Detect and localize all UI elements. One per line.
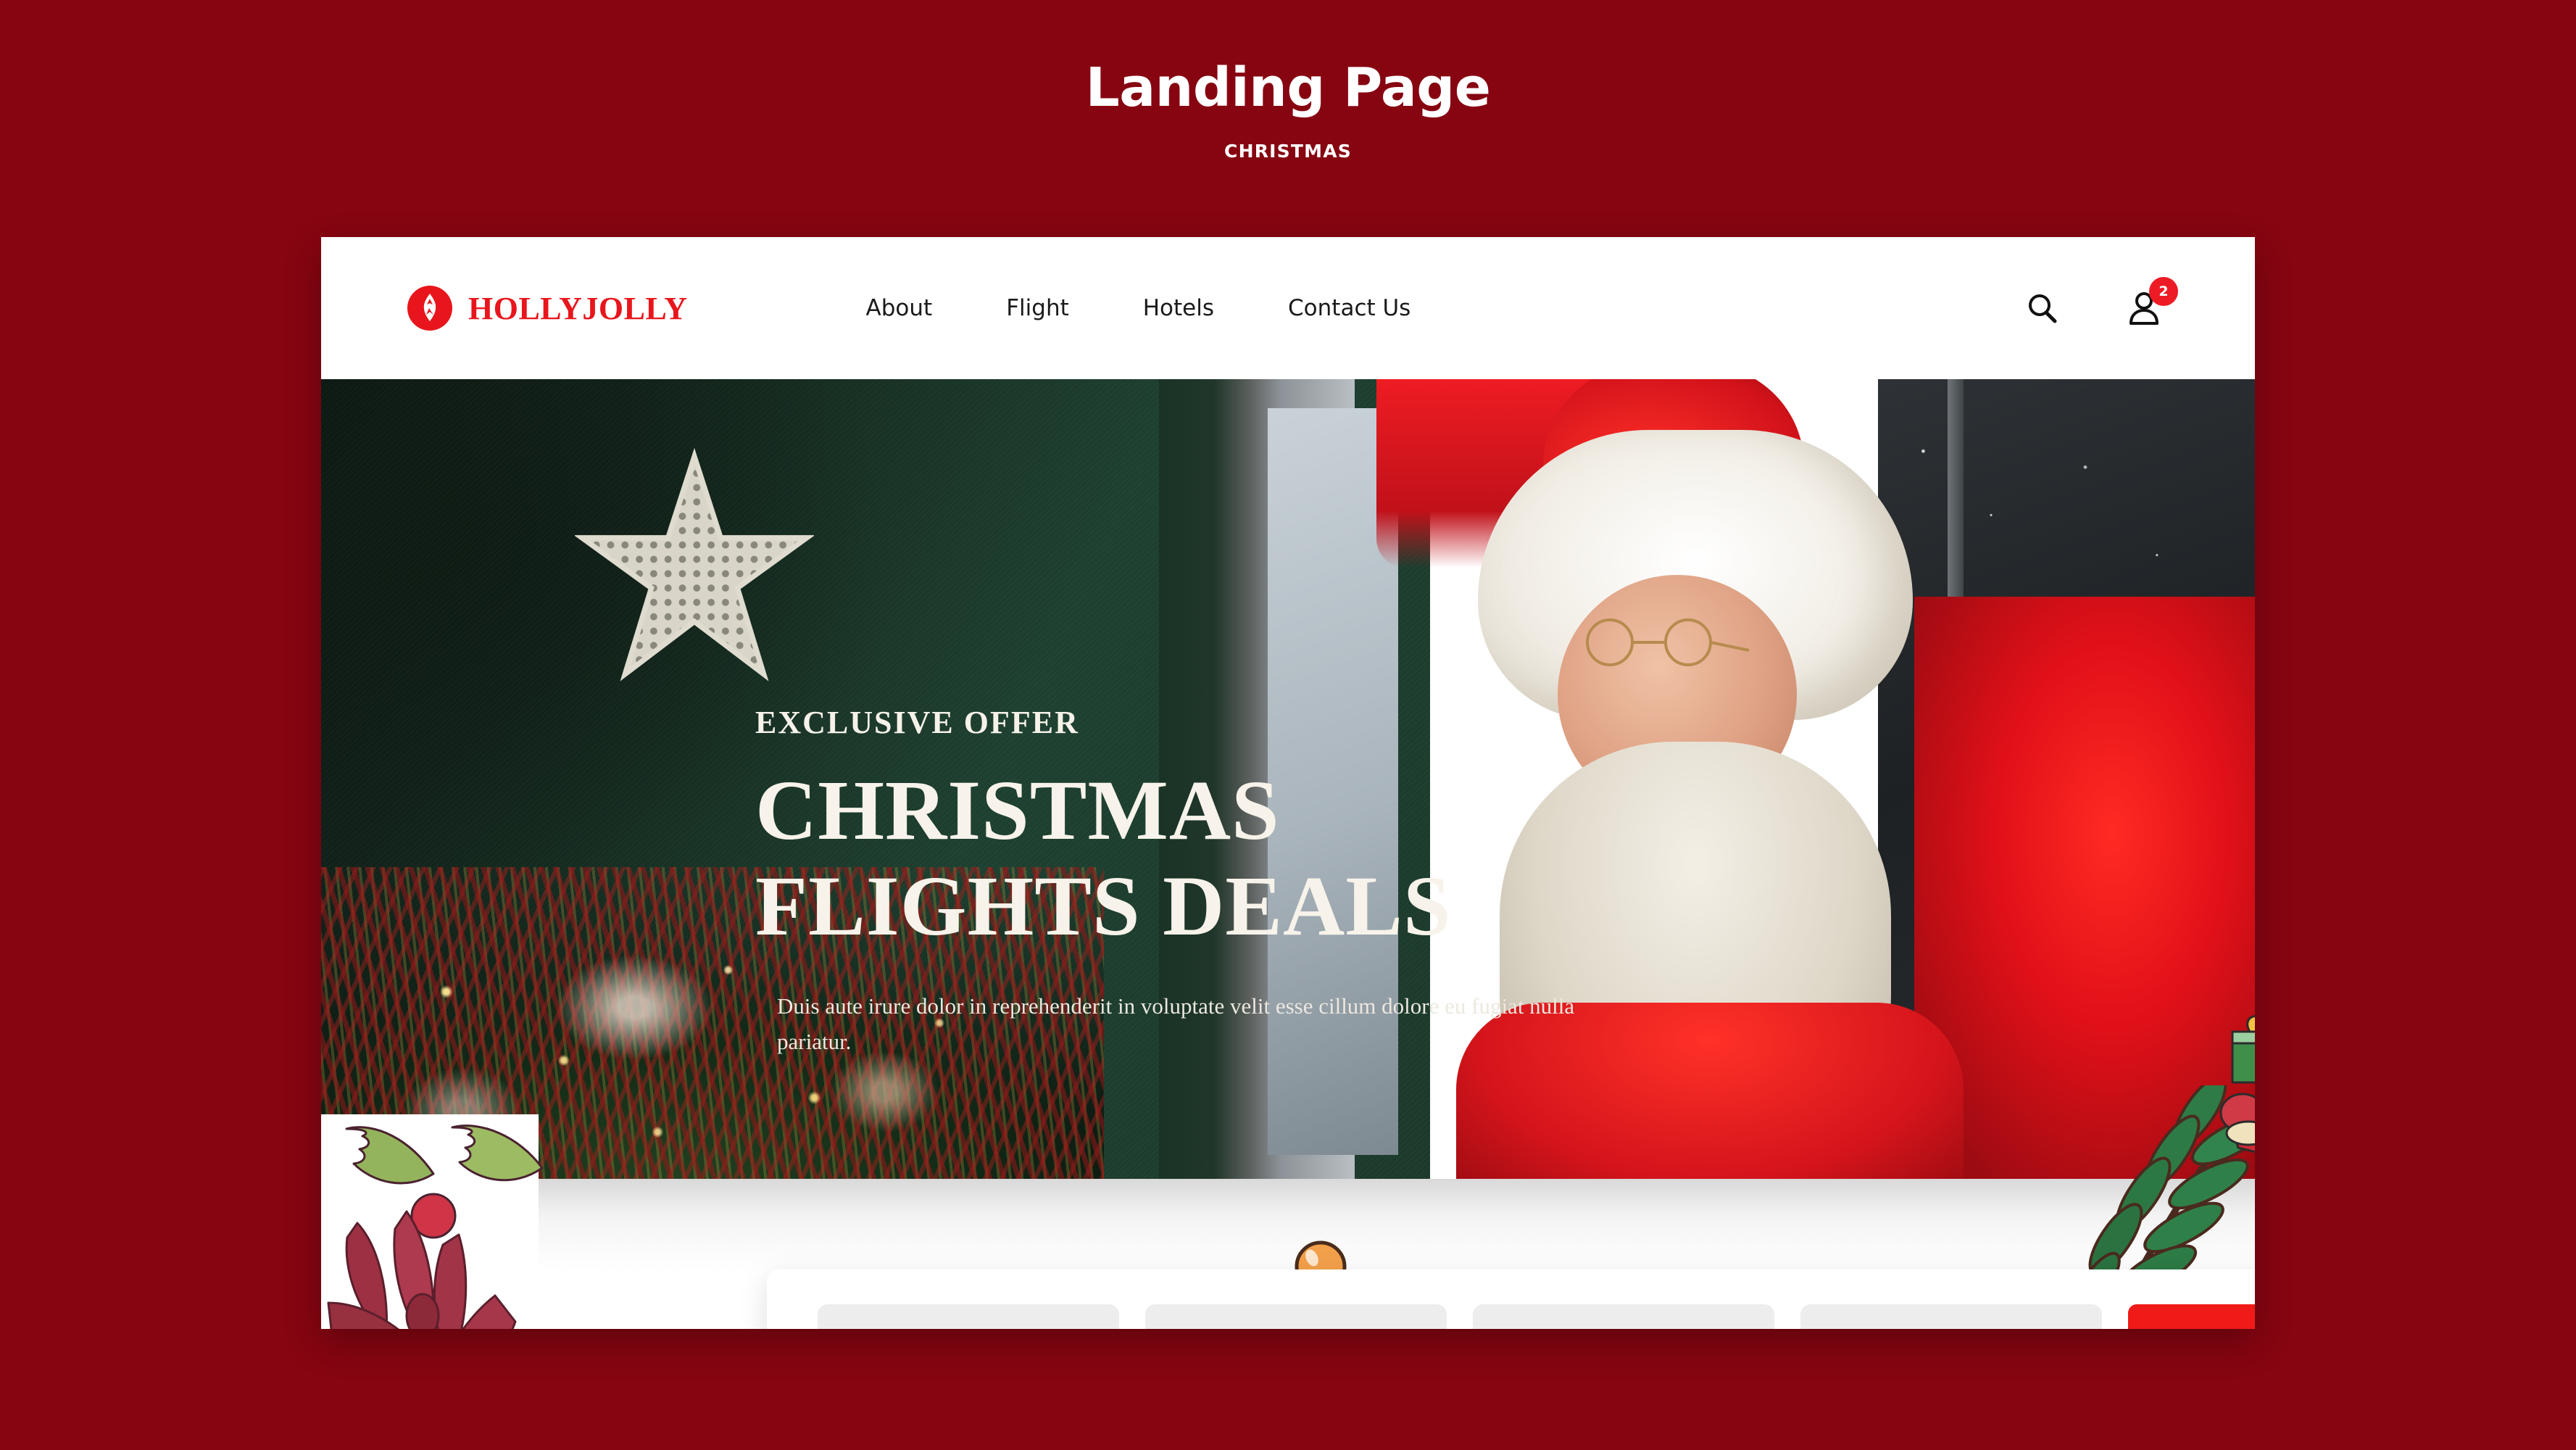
- holly-leaf-circle-icon: [407, 286, 452, 331]
- from-field[interactable]: From: [818, 1304, 1119, 1329]
- date-field-label: Date: [1500, 1327, 1550, 1329]
- hero-copy: EXCLUSIVE OFFER CHRISTMAS FLIGHTS DEALS …: [755, 704, 1698, 1060]
- hero-headline: CHRISTMAS FLIGHTS DEALS: [755, 763, 1698, 954]
- nav-link-about[interactable]: About: [866, 295, 933, 321]
- to-field[interactable]: To: [1145, 1304, 1447, 1329]
- hero-section: EXCLUSIVE OFFER CHRISTMAS FLIGHTS DEALS …: [321, 379, 2255, 1179]
- site-navbar: HOLLYJOLLY About Flight Hotels Contact U…: [321, 237, 2255, 379]
- hero-headline-line-2: FLIGHTS DEALS: [755, 858, 1452, 954]
- page-title: Landing Page: [1085, 57, 1491, 119]
- page-subtitle: CHRISTMAS: [1224, 141, 1352, 162]
- cartoon-santa-sticker: [2219, 1015, 2255, 1153]
- from-field-label: From: [845, 1327, 902, 1329]
- class-field-label: Class: [1828, 1327, 1885, 1329]
- navbar-actions: 2: [2024, 277, 2178, 328]
- to-field-label: To: [1173, 1327, 1200, 1329]
- date-field[interactable]: Date: [1473, 1304, 1774, 1329]
- christmas-tree-star-topper-icon: [575, 447, 814, 682]
- poster-heading: Landing Page CHRISTMAS: [0, 0, 2576, 162]
- nav-link-flight[interactable]: Flight: [1006, 295, 1069, 321]
- website-mockup-card: HOLLYJOLLY About Flight Hotels Contact U…: [321, 237, 2255, 1329]
- hero-eyebrow: EXCLUSIVE OFFER: [755, 705, 1079, 740]
- search-icon[interactable]: [2024, 291, 2059, 326]
- hero-headline-line-1: CHRISTMAS: [755, 763, 1280, 858]
- brand-name: HOLLYJOLLY: [468, 290, 688, 326]
- nav-link-hotels[interactable]: Hotels: [1143, 295, 1214, 321]
- primary-navigation: About Flight Hotels Contact Us: [866, 295, 1411, 321]
- nav-link-contact-us[interactable]: Contact Us: [1288, 295, 1410, 321]
- class-field[interactable]: Class: [1800, 1304, 2102, 1329]
- notification-badge: 2: [2149, 277, 2178, 306]
- book-now-button[interactable]: BOOK NOW: [2128, 1304, 2255, 1329]
- hero-paragraph: Duis aute irure dolor in reprehenderit i…: [777, 993, 1575, 1055]
- brand-logo[interactable]: HOLLYJOLLY: [407, 286, 688, 331]
- poinsettia-leaves-illustration: [327, 1210, 517, 1329]
- flight-booking-form: From To Date Class BOOK NOW: [767, 1269, 2255, 1329]
- santa-glasses-icon: [1586, 618, 1750, 666]
- account-button[interactable]: 2: [2124, 277, 2178, 328]
